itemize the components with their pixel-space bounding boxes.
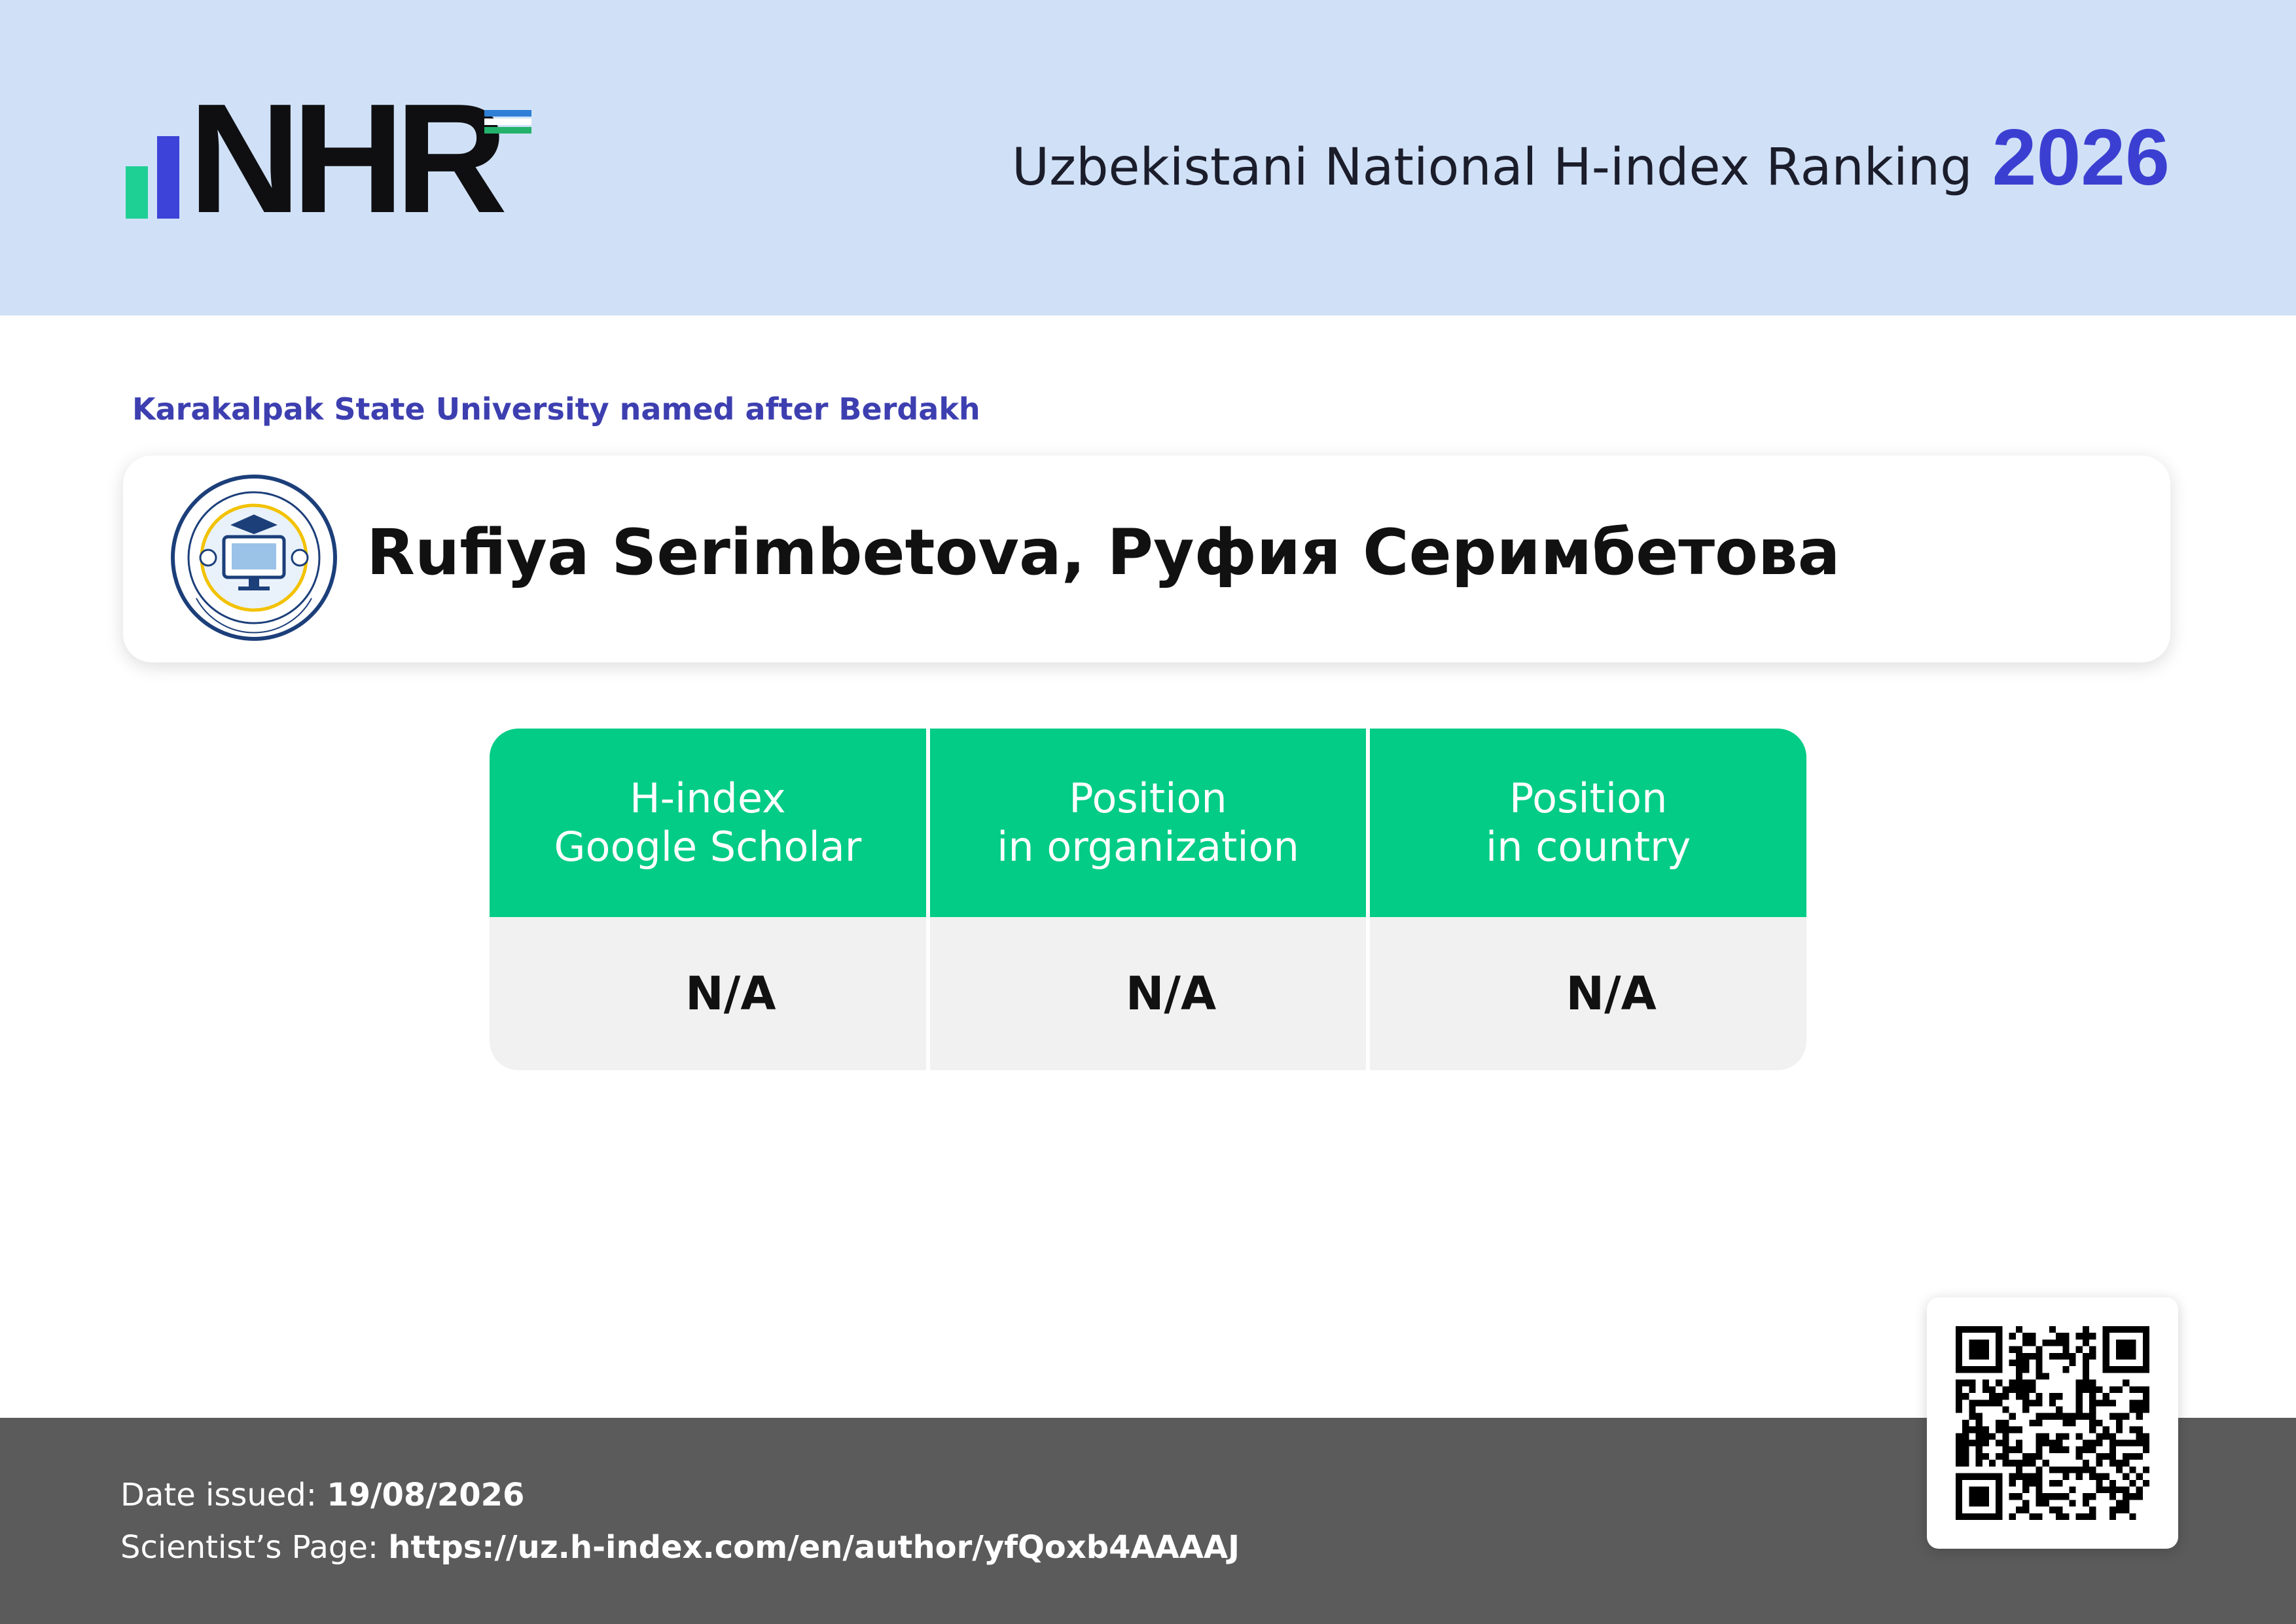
university-seal-icon (171, 475, 337, 641)
logo-bar-green (126, 166, 148, 219)
stat-column-position-organization: Position in organization N/A (929, 729, 1367, 1070)
uzbek-flag-icon (484, 110, 531, 137)
stat-column-h-index: H-index Google Scholar N/A (490, 729, 926, 1070)
ranking-year: 2026 (1992, 113, 2170, 202)
logo-bar-blue (157, 136, 179, 219)
stat-value: N/A (490, 917, 926, 1070)
stat-header-line2: in country (1486, 823, 1691, 871)
qr-code-icon[interactable] (1956, 1326, 2149, 1520)
nhr-logo: NHR (126, 81, 545, 237)
stat-column-position-country: Position in country N/A (1370, 729, 1806, 1070)
stat-header: Position in country (1370, 729, 1806, 917)
stat-header: H-index Google Scholar (490, 729, 926, 917)
ranking-title: Uzbekistani National H-index Ranking 202… (1011, 111, 2170, 202)
qr-card (1927, 1297, 2178, 1549)
logo-text: NHR (188, 72, 508, 245)
scientist-name: Rufiya Serimbetova, Руфия Серимбетова (367, 516, 1840, 589)
date-value: 19/08/2026 (327, 1477, 525, 1513)
scientist-page: Scientist’s Page: https://uz.h-index.com… (120, 1529, 1240, 1566)
scientist-card: Rufiya Serimbetova, Руфия Серимбетова (123, 456, 2170, 662)
stat-value: N/A (929, 917, 1367, 1070)
date-issued: Date issued: 19/08/2026 (120, 1477, 524, 1513)
stat-header-line1: Position (1069, 774, 1227, 822)
stat-value: N/A (1370, 917, 1806, 1070)
organization-name: Karakalpak State University named after … (132, 391, 980, 427)
stat-header-line1: Position (1509, 774, 1668, 822)
date-label: Date issued: (120, 1477, 317, 1513)
header-banner: NHR Uzbekistani National H-index Ranking… (0, 0, 2296, 316)
stat-header-line2: Google Scholar (554, 823, 862, 871)
page-label: Scientist’s Page: (120, 1529, 379, 1566)
stat-header: Position in organization (929, 729, 1367, 917)
stat-header-line2: in organization (997, 823, 1299, 871)
stat-header-line1: H-index (630, 774, 786, 822)
stats-table: H-index Google Scholar N/A Position in o… (490, 729, 1806, 1070)
ranking-title-text: Uzbekistani National H-index Ranking (1011, 138, 1973, 197)
page-url-link[interactable]: https://uz.h-index.com/en/author/yfQoxb4… (388, 1529, 1240, 1566)
